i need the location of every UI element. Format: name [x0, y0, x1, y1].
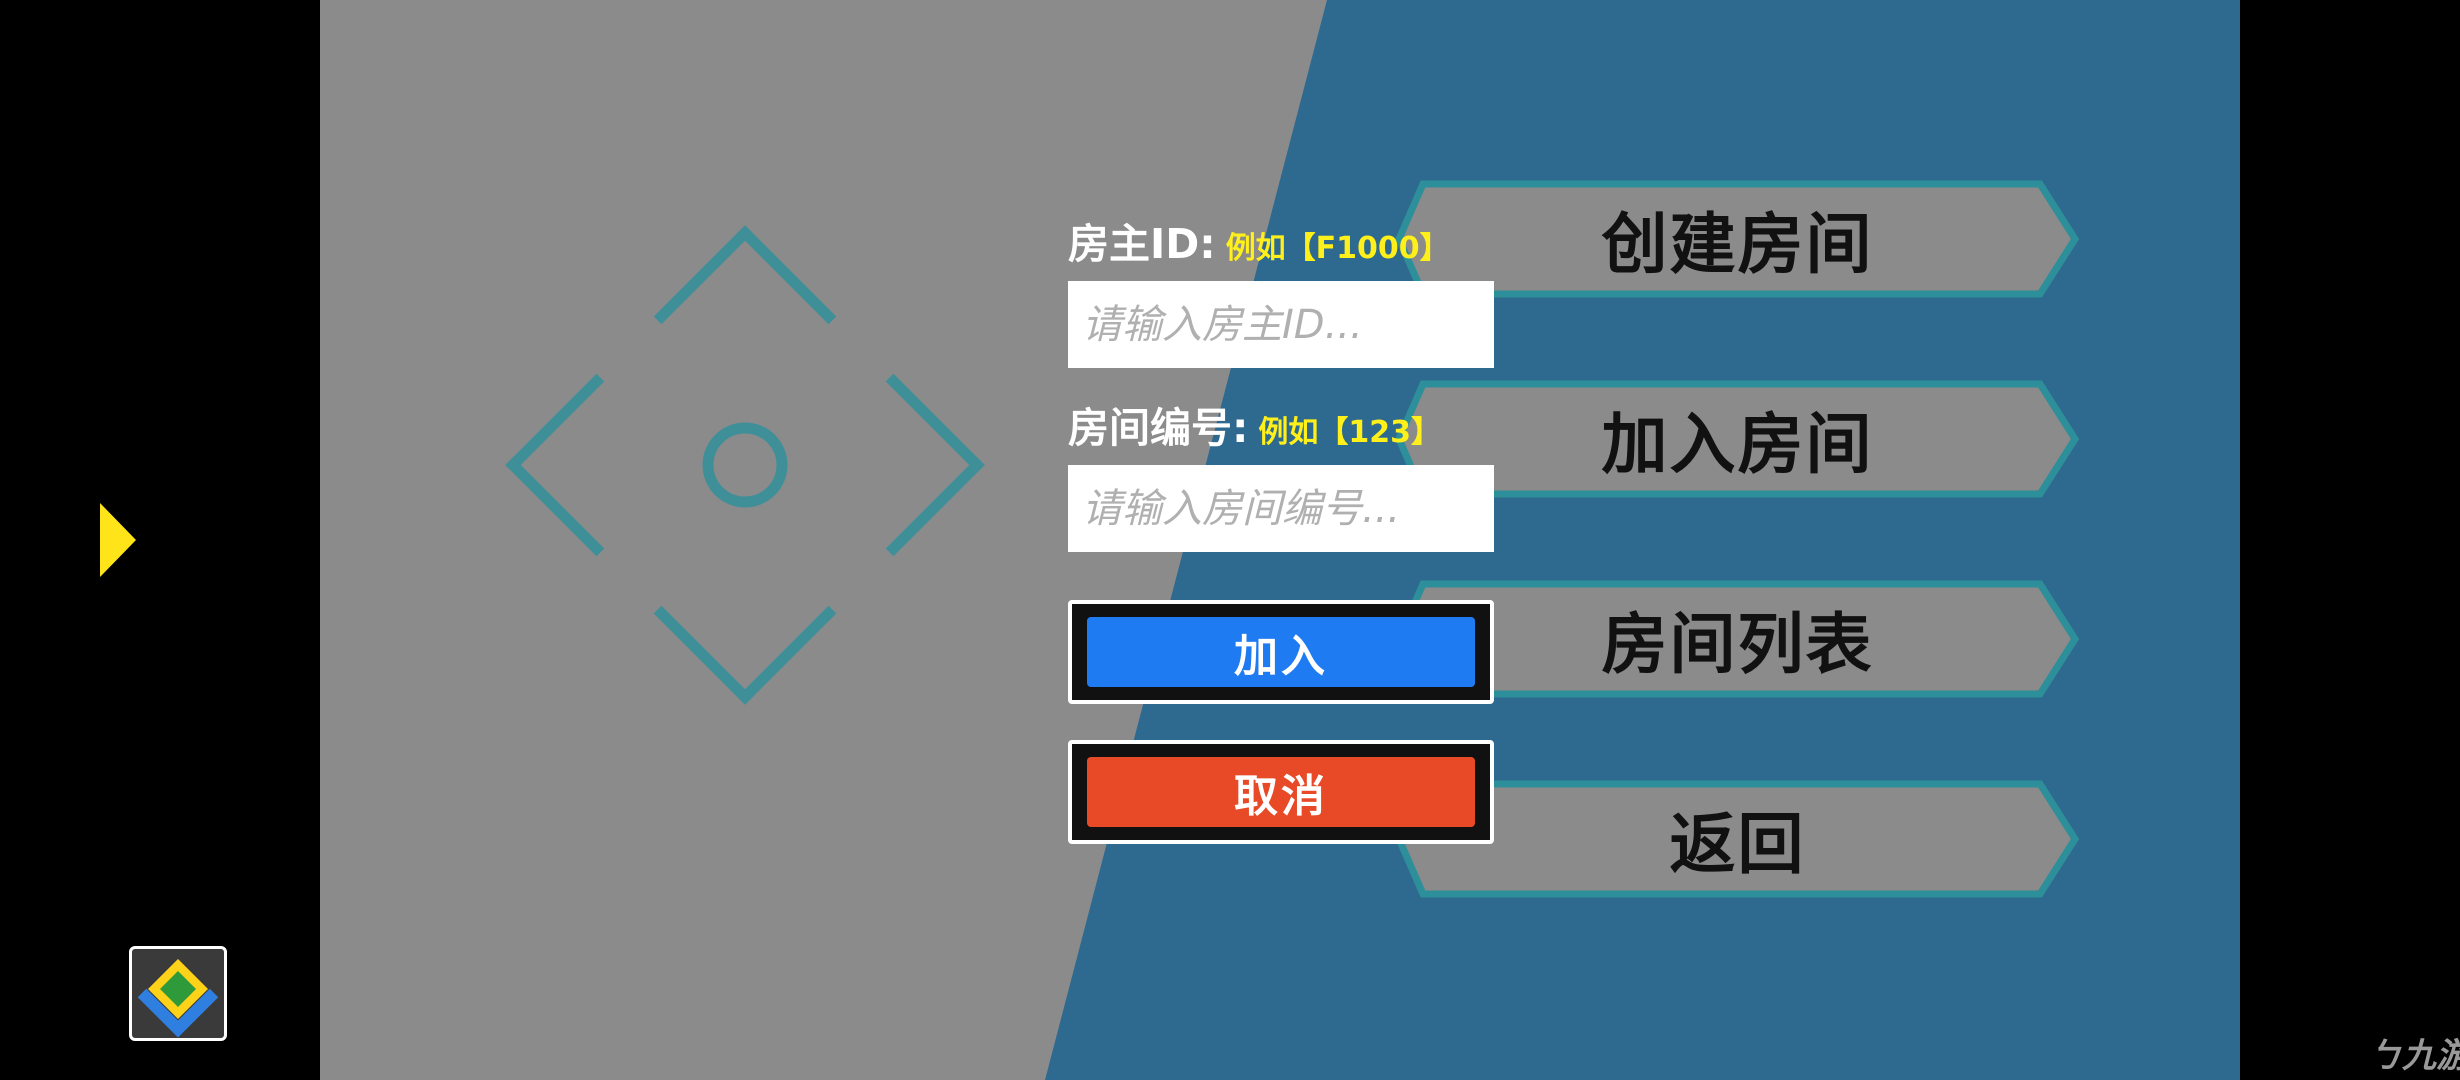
join-room-label: 加入房间	[1601, 406, 1874, 483]
crosshair-segment	[653, 225, 753, 325]
room-number-label-row: 房间编号: 例如【123】	[1068, 394, 1441, 454]
host-id-label: 房主ID:	[1068, 220, 1216, 268]
room-list-button[interactable]: 房间列表	[1395, 580, 2080, 698]
create-room-button[interactable]: 创建房间	[1395, 180, 2080, 298]
crosshair-segment	[505, 457, 605, 557]
play-triangle-icon[interactable]	[100, 503, 136, 577]
join-button[interactable]: 加入	[1068, 600, 1494, 704]
watermark: ㄅ九游	[2368, 1028, 2460, 1077]
back-button[interactable]: 返回	[1395, 780, 2080, 898]
cancel-label: 取消	[1087, 757, 1475, 827]
room-list-label: 房间列表	[1601, 606, 1874, 683]
cancel-button[interactable]: 取消	[1068, 740, 1494, 844]
crosshair-diamond-icon	[505, 225, 985, 705]
room-number-label: 房间编号:	[1068, 404, 1249, 452]
join-label: 加入	[1087, 617, 1475, 687]
host-id-hint: 例如【F1000】	[1225, 231, 1450, 266]
create-room-label: 创建房间	[1601, 206, 1874, 283]
host-id-label-row: 房主ID: 例如【F1000】	[1068, 210, 1450, 270]
crosshair-segment	[505, 373, 605, 473]
game-screen: 创建房间 加入房间 房间列表 返回 房主ID: 例如【F1000】 房间编号: 例如…	[320, 0, 2240, 1080]
crosshair-segment	[885, 457, 985, 557]
room-number-hint: 例如【123】	[1258, 415, 1442, 450]
watermark-logo-icon: ㄅ	[2368, 1036, 2402, 1076]
back-label: 返回	[1669, 806, 1806, 883]
crosshair-segment	[737, 605, 837, 705]
watermark-text: 九游	[2402, 1036, 2460, 1076]
crosshair-segment	[885, 373, 985, 473]
chevron-diamond-app-icon[interactable]	[129, 946, 227, 1041]
crosshair-segment	[653, 605, 753, 705]
host-id-input[interactable]	[1068, 281, 1494, 368]
crosshair-segment	[737, 225, 837, 325]
room-number-input[interactable]	[1068, 465, 1494, 552]
join-room-button[interactable]: 加入房间	[1395, 380, 2080, 498]
crosshair-center-ring	[702, 422, 788, 508]
